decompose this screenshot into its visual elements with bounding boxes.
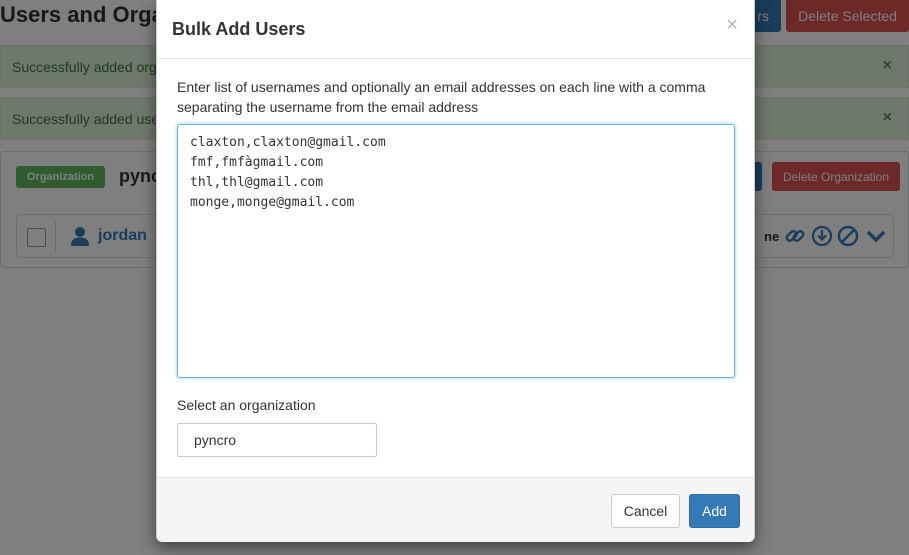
bulk-add-users-modal: Bulk Add Users × Enter list of usernames… bbox=[156, 0, 755, 542]
add-button[interactable]: Add bbox=[689, 494, 740, 528]
cancel-button[interactable]: Cancel bbox=[611, 494, 680, 528]
modal-description: Enter list of usernames and optionally a… bbox=[177, 79, 706, 115]
modal-title: Bulk Add Users bbox=[172, 19, 306, 39]
textarea-line: fmf,fmfàgmail.com bbox=[190, 155, 324, 170]
organization-select[interactable]: pyncro bbox=[177, 423, 377, 457]
modal-header: Bulk Add Users × bbox=[157, 0, 754, 59]
modal-footer: Cancel Add bbox=[157, 477, 754, 542]
close-icon[interactable]: × bbox=[726, 15, 738, 35]
textarea-line: monge,monge@gmail.com bbox=[190, 195, 355, 210]
usernames-textarea[interactable]: claxton,claxton@gmail.com fmf,fmfàgmail.… bbox=[177, 124, 735, 378]
textarea-line: claxton,claxton@gmail.com bbox=[190, 135, 386, 150]
organization-select-label: Select an organization bbox=[177, 397, 316, 413]
textarea-line: thl,thl@gmail.com bbox=[190, 175, 324, 190]
